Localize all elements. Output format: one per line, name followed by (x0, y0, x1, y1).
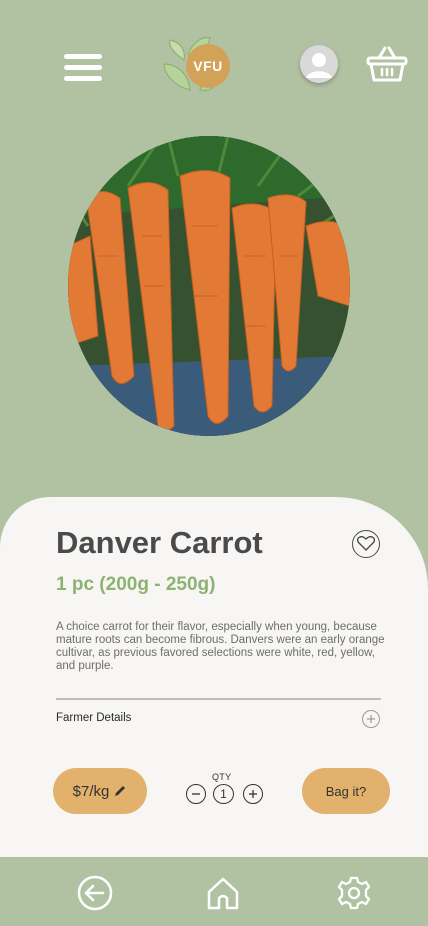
bottom-nav (0, 857, 428, 926)
product-quantity-weight: 1 pc (200g - 250g) (56, 574, 216, 595)
farmer-details-label[interactable]: Farmer Details (56, 712, 131, 724)
bag-it-button[interactable]: Bag it? (302, 768, 390, 814)
logo-text: VFU (186, 44, 230, 88)
price-button[interactable]: $7/kg (53, 768, 147, 814)
qty-label: QTY (212, 772, 232, 782)
pencil-icon (115, 786, 126, 796)
product-details-card: Danver Carrot 1 pc (200g - 250g) A choic… (0, 497, 428, 857)
app-logo[interactable]: VFU (160, 34, 234, 94)
top-bar: VFU (0, 0, 428, 130)
shopping-basket-icon[interactable] (366, 44, 408, 84)
minus-circle-icon[interactable] (186, 784, 206, 804)
user-avatar-icon[interactable] (300, 45, 338, 83)
carrot-illustration (68, 136, 350, 436)
product-description: A choice carrot for their flavor, especi… (56, 621, 385, 672)
plus-circle-icon[interactable] (362, 710, 380, 728)
product-image (68, 136, 350, 436)
back-arrow-icon[interactable] (77, 875, 113, 911)
product-title: Danver Carrot (56, 525, 263, 560)
heart-icon[interactable] (352, 530, 380, 558)
qty-value[interactable]: 1 (213, 784, 234, 804)
plus-circle-icon[interactable] (243, 784, 263, 804)
divider (56, 698, 381, 700)
gear-icon[interactable] (336, 875, 372, 911)
home-icon[interactable] (205, 875, 241, 911)
hamburger-menu-icon[interactable] (64, 54, 102, 81)
price-label: $7/kg (72, 782, 110, 800)
